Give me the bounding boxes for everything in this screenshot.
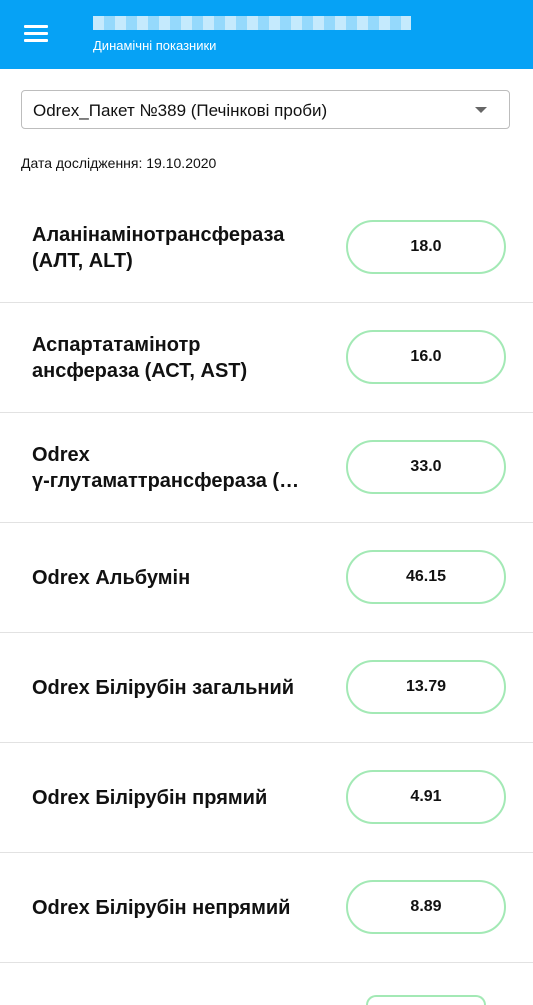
indicator-label: Odrex Альбумін [32, 566, 191, 589]
hamburger-menu-icon[interactable] [18, 20, 54, 48]
menu-line [24, 25, 48, 28]
dropdown-arrow-icon [475, 107, 487, 113]
indicator-value[interactable]: 8.89 [346, 880, 506, 934]
indicator-row-ggt: Odrex γ-глутаматтрансфераза (… 33.0 [0, 413, 533, 523]
indicator-label: Аспартатамінотр ансфераза (АСТ, AST) [32, 333, 248, 382]
page-subtitle: Динамічні показники [93, 38, 217, 53]
next-indicator-value-partial[interactable] [366, 995, 486, 1005]
package-select[interactable]: Odrex_Пакет №389 (Печінкові проби) [21, 90, 510, 129]
indicator-value[interactable]: 46.15 [346, 550, 506, 604]
indicator-label: Odrex Білірубін прямий [32, 786, 268, 809]
indicator-list: Аланінамінотрансфераза (АЛТ, ALT) 18.0 А… [0, 193, 533, 963]
menu-line [24, 39, 48, 42]
indicator-label: Аланінамінотрансфераза (АЛТ, ALT) [32, 223, 285, 272]
indicator-value[interactable]: 16.0 [346, 330, 506, 384]
indicator-value[interactable]: 18.0 [346, 220, 506, 274]
indicator-value[interactable]: 33.0 [346, 440, 506, 494]
package-select-value: Odrex_Пакет №389 (Печінкові проби) [33, 101, 328, 120]
indicator-row-albumin: Odrex Альбумін 46.15 [0, 523, 533, 633]
indicator-value[interactable]: 13.79 [346, 660, 506, 714]
menu-line [24, 32, 48, 35]
indicator-value[interactable]: 4.91 [346, 770, 506, 824]
study-date: Дата дослідження: 19.10.2020 [21, 155, 217, 171]
indicator-label: Odrex γ-глутаматтрансфераза (… [32, 443, 300, 492]
indicator-row-ast: Аспартатамінотр ансфераза (АСТ, AST) 16.… [0, 303, 533, 413]
indicator-row-bilirubin-total: Odrex Білірубін загальний 13.79 [0, 633, 533, 743]
indicator-row-bilirubin-direct: Odrex Білірубін прямий 4.91 [0, 743, 533, 853]
indicator-label: Odrex Білірубін непрямий [32, 896, 291, 919]
app-bar: Динамічні показники [0, 0, 533, 69]
indicator-row-alt: Аланінамінотрансфераза (АЛТ, ALT) 18.0 [0, 193, 533, 303]
indicator-label: Odrex Білірубін загальний [32, 676, 295, 699]
indicator-row-bilirubin-indirect: Odrex Білірубін непрямий 8.89 [0, 853, 533, 963]
blurred-app-title [93, 16, 411, 30]
